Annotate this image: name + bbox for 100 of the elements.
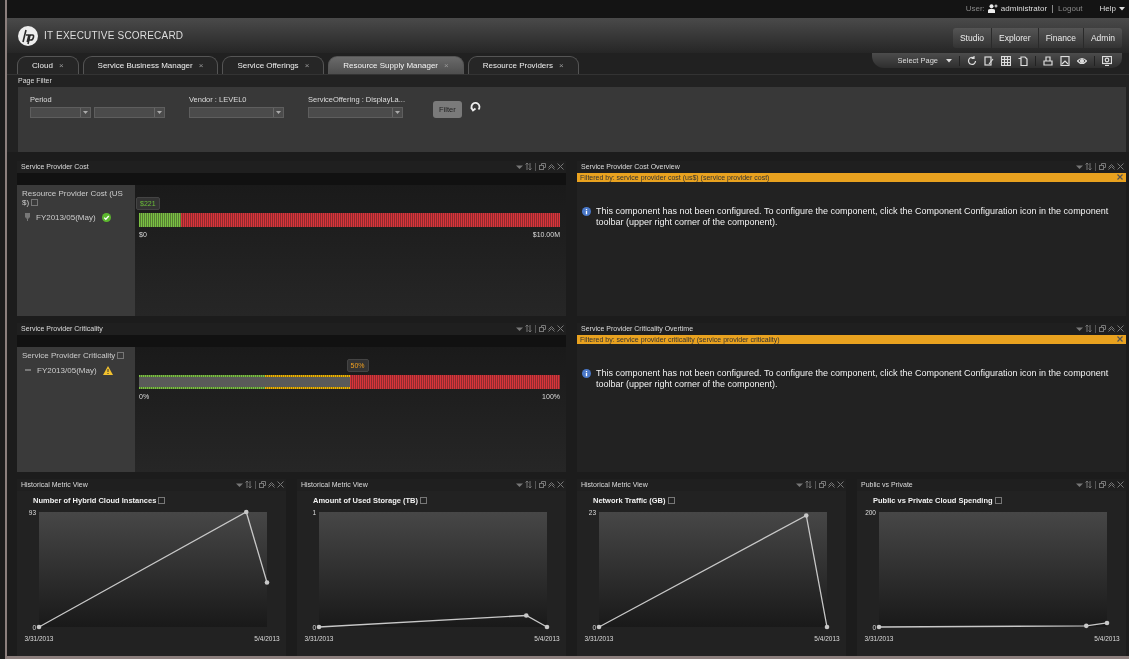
period-label: FY2013/05(May) <box>36 213 96 222</box>
image-icon[interactable] <box>1060 56 1070 66</box>
collapse-icon[interactable] <box>548 163 555 171</box>
collapse-toggle-icon[interactable] <box>420 497 427 504</box>
grid-icon[interactable] <box>1001 56 1011 66</box>
close-icon[interactable] <box>837 481 844 489</box>
nav-button[interactable]: Finance <box>1037 27 1083 48</box>
data-point <box>316 624 322 630</box>
user-name: administrator <box>1000 4 1048 14</box>
data-point <box>544 624 550 630</box>
nav-button[interactable]: Studio <box>952 27 991 48</box>
measure-label: Service Provider Criticality <box>22 351 130 360</box>
period-label: FY2013/05(May) <box>37 366 97 375</box>
sort-icon[interactable] <box>1085 481 1092 489</box>
sort-icon[interactable] <box>1085 325 1092 333</box>
logout-link[interactable]: Logout <box>1058 4 1083 14</box>
user-icon <box>987 4 998 14</box>
nav-button[interactable]: Explorer <box>991 27 1038 48</box>
collapse-toggle-icon[interactable] <box>994 497 1002 504</box>
caret-icon <box>946 59 952 63</box>
reset-icon[interactable] <box>469 101 481 112</box>
refresh-icon[interactable] <box>967 56 977 66</box>
collapse-icon[interactable] <box>1108 163 1115 171</box>
sort-icon[interactable] <box>805 481 812 489</box>
close-icon[interactable] <box>1117 336 1123 343</box>
close-icon[interactable] <box>1117 325 1124 333</box>
user-label: User: <box>965 4 985 14</box>
app-title: IT EXECUTIVE SCORECARD <box>44 30 184 42</box>
caret-icon <box>1119 6 1125 11</box>
restore-icon[interactable] <box>539 481 546 489</box>
info-icon <box>582 207 591 216</box>
close-icon[interactable] <box>557 481 564 489</box>
close-icon[interactable]: × <box>304 61 310 70</box>
collapse-toggle-icon[interactable] <box>667 497 675 504</box>
dropdown-icon[interactable] <box>796 481 803 489</box>
tab[interactable]: Service Business Manager × <box>82 56 219 74</box>
collapse-icon[interactable] <box>548 481 555 489</box>
restore-icon[interactable] <box>819 481 826 489</box>
sort-icon[interactable] <box>245 481 252 489</box>
sort-icon[interactable] <box>525 325 532 333</box>
collapse-icon[interactable] <box>548 325 555 333</box>
restore-icon[interactable] <box>259 481 266 489</box>
dropdown-icon[interactable] <box>516 325 523 333</box>
dropdown-icon[interactable] <box>1076 163 1083 171</box>
close-icon[interactable]: × <box>558 61 564 70</box>
help-menu[interactable]: Help <box>1099 4 1125 14</box>
pin-icon <box>25 213 30 222</box>
dropdown-icon[interactable] <box>516 481 523 489</box>
tab[interactable]: Resource Providers × <box>467 56 579 74</box>
close-icon[interactable]: × <box>58 61 64 70</box>
monitor-icon[interactable] <box>1102 56 1112 66</box>
collapse-toggle-icon[interactable] <box>117 352 125 360</box>
collapse-icon[interactable] <box>1108 325 1115 333</box>
close-icon[interactable] <box>277 481 284 489</box>
sort-icon[interactable] <box>525 481 532 489</box>
measure-label: Resource Provider Cost (US $) <box>22 189 124 207</box>
restore-icon[interactable] <box>1099 481 1106 489</box>
dropdown-icon[interactable] <box>1076 481 1083 489</box>
close-icon[interactable]: × <box>198 61 204 70</box>
data-point <box>264 580 270 585</box>
data-point <box>523 613 529 618</box>
caret-icon <box>83 111 88 114</box>
collapse-icon[interactable] <box>828 481 835 489</box>
collapse-toggle-icon[interactable] <box>158 497 166 504</box>
data-point <box>876 624 882 630</box>
dropdown-icon[interactable] <box>516 163 523 171</box>
data-point <box>803 513 809 518</box>
new-page-icon[interactable] <box>1018 56 1028 66</box>
dropdown-icon[interactable] <box>1076 325 1083 333</box>
tab[interactable]: Resource Supply Manager × <box>328 56 464 74</box>
collapse-icon[interactable] <box>1108 481 1115 489</box>
sort-icon[interactable] <box>525 163 532 171</box>
close-icon[interactable] <box>1117 174 1123 181</box>
data-point <box>243 509 249 515</box>
edit-icon[interactable] <box>984 56 994 66</box>
restore-icon[interactable] <box>1099 163 1106 171</box>
sort-icon[interactable] <box>1085 163 1092 171</box>
dash-icon <box>25 369 31 372</box>
restore-icon[interactable] <box>539 163 546 171</box>
caret-icon <box>276 111 281 114</box>
caret-icon <box>157 111 162 114</box>
dropdown-icon[interactable] <box>236 481 243 489</box>
info-icon <box>582 369 591 378</box>
restore-icon[interactable] <box>1099 325 1106 333</box>
nav-button[interactable]: Admin <box>1082 27 1122 48</box>
tab[interactable]: Cloud × <box>17 56 79 74</box>
close-icon[interactable] <box>557 325 564 333</box>
data-point <box>824 624 830 630</box>
collapse-toggle-icon[interactable] <box>31 199 39 207</box>
close-icon[interactable] <box>1117 481 1124 489</box>
restore-icon[interactable] <box>539 325 546 333</box>
data-point <box>1083 623 1089 629</box>
collapse-icon[interactable] <box>268 481 275 489</box>
logo <box>18 25 38 46</box>
tab[interactable]: Service Offerings × <box>222 56 325 74</box>
close-icon[interactable] <box>1117 163 1124 171</box>
close-icon[interactable] <box>557 163 564 171</box>
data-point <box>36 624 42 630</box>
view-icon[interactable] <box>1077 56 1087 66</box>
not-configured-message: This component has not been configured. To configure the component, click the Component Configuration icon in the component toolbar (upper right corner of the component). <box>596 206 1110 228</box>
